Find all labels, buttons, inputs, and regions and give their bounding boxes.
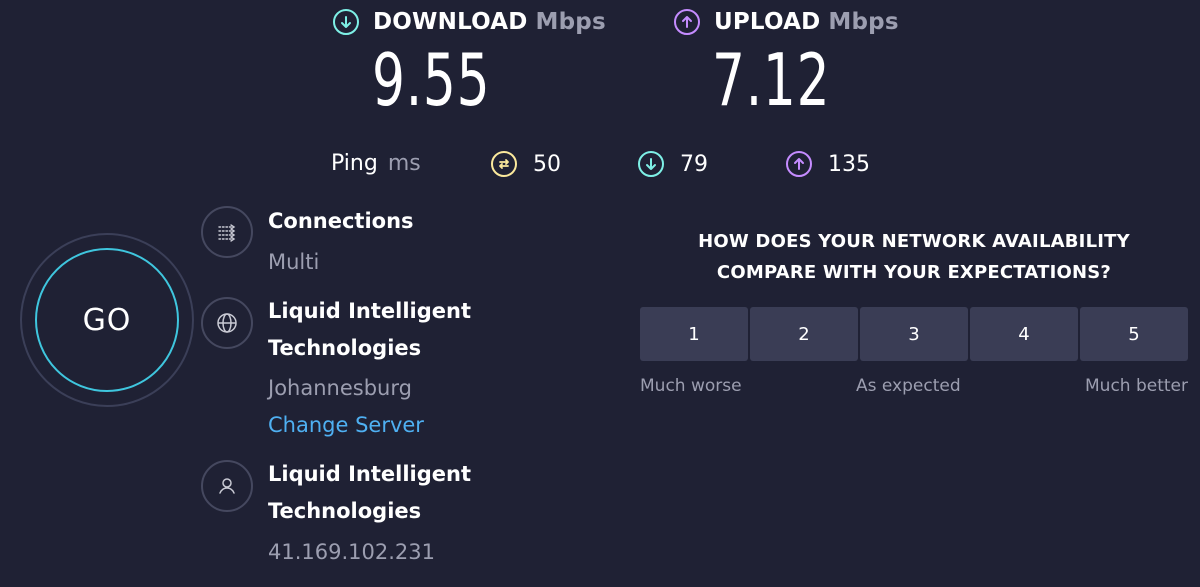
download-value: 9.55	[372, 38, 491, 122]
ping-idle-icon	[491, 151, 517, 177]
upload-unit: Mbps	[828, 9, 899, 35]
provider-name-line1: Liquid Intelligent	[268, 462, 472, 486]
ping-download-value: 79	[680, 151, 708, 177]
connections-title: Connections	[268, 209, 414, 233]
ping-download: 79	[638, 151, 708, 177]
download-label: DOWNLOAD	[373, 9, 528, 35]
server-name-line2: Technologies	[268, 336, 422, 360]
survey-question-line1: HOW DOES YOUR NETWORK AVAILABILITY	[698, 231, 1130, 252]
provider-name-line2: Technologies	[268, 499, 422, 523]
globe-icon	[201, 297, 253, 349]
provider-ip: 41.169.102.231	[268, 540, 435, 564]
ping-idle-value: 50	[533, 151, 561, 177]
go-button-ring: GO	[20, 233, 194, 407]
upload-arrow-icon	[674, 9, 700, 35]
download-arrow-icon	[333, 9, 359, 35]
ping-upload-icon	[786, 151, 812, 177]
user-icon	[201, 460, 253, 512]
ping-upload: 135	[786, 151, 870, 177]
rating-option-1[interactable]: 1	[640, 307, 748, 361]
rating-option-5[interactable]: 5	[1080, 307, 1188, 361]
ping-download-icon	[638, 151, 664, 177]
ping-idle: 50	[491, 151, 561, 177]
ping-unit: ms	[387, 151, 421, 176]
ping-label: Ping ms	[331, 151, 421, 176]
download-header: DOWNLOAD Mbps	[333, 9, 606, 35]
download-unit: Mbps	[535, 9, 606, 35]
connections-value[interactable]: Multi	[268, 250, 319, 274]
survey-question: HOW DOES YOUR NETWORK AVAILABILITY COMPA…	[640, 226, 1188, 288]
scale-label-mid: As expected	[856, 376, 961, 396]
rating-option-3[interactable]: 3	[860, 307, 968, 361]
connections-icon	[201, 206, 253, 258]
server-location: Johannesburg	[268, 376, 412, 400]
scale-label-low: Much worse	[640, 376, 742, 396]
scale-label-high: Much better	[1085, 376, 1188, 396]
upload-label: UPLOAD	[714, 9, 821, 35]
rating-options: 1 2 3 4 5	[640, 307, 1188, 361]
ping-label-text: Ping	[331, 151, 378, 176]
go-button[interactable]: GO	[35, 248, 179, 392]
upload-header: UPLOAD Mbps	[674, 9, 899, 35]
change-server-link[interactable]: Change Server	[268, 413, 424, 437]
upload-value: 7.12	[712, 38, 831, 122]
server-name-line1: Liquid Intelligent	[268, 299, 472, 323]
survey-question-line2: COMPARE WITH YOUR EXPECTATIONS?	[716, 262, 1112, 283]
rating-option-4[interactable]: 4	[970, 307, 1078, 361]
rating-option-2[interactable]: 2	[750, 307, 858, 361]
ping-upload-value: 135	[828, 151, 870, 177]
